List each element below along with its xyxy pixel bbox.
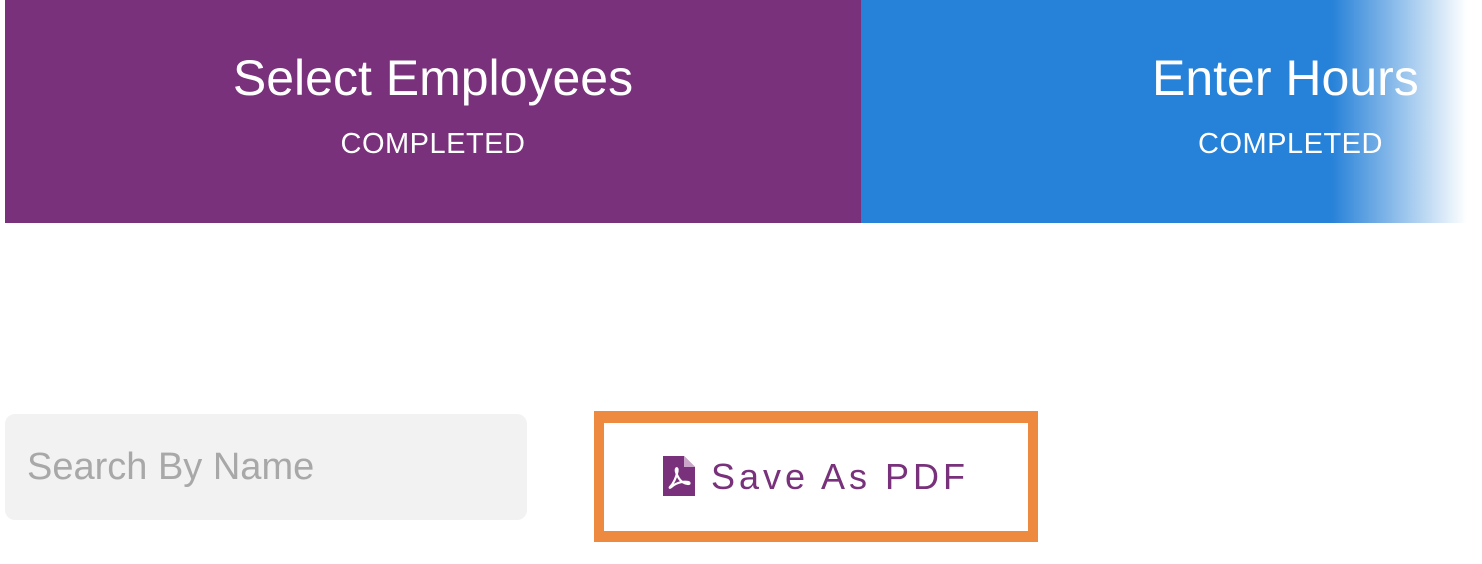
step-select-employees[interactable]: Select Employees COMPLETED: [5, 0, 861, 223]
file-pdf-icon: [662, 456, 695, 496]
step-title: Select Employees: [232, 50, 634, 106]
step-enter-hours[interactable]: Enter Hours COMPLETED: [861, 0, 1482, 223]
search-input[interactable]: [5, 414, 527, 520]
save-as-pdf-button[interactable]: Save As PDF: [604, 423, 1028, 531]
step-title: Enter Hours: [1152, 50, 1419, 106]
step-status: COMPLETED: [340, 128, 526, 160]
step-status: COMPLETED: [1198, 128, 1383, 160]
search-field: [5, 414, 527, 520]
payroll-page: Select Employees COMPLETED Enter Hours C…: [0, 0, 1482, 564]
progress-stepper: Select Employees COMPLETED Enter Hours C…: [5, 0, 1482, 223]
save-as-pdf-label: Save As PDF: [710, 456, 970, 497]
